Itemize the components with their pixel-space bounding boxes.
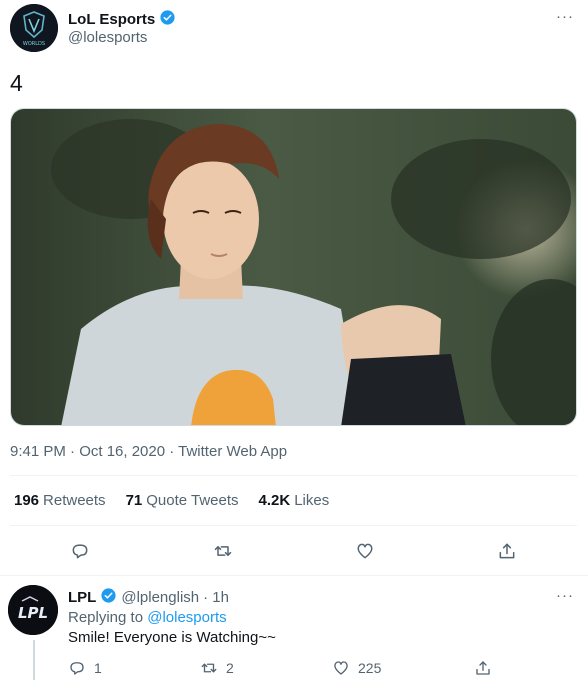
author-handle[interactable]: @lolesports [68,29,147,46]
reply-avatar-logo-text: LPL [18,604,48,622]
reply-icon [70,662,84,675]
quotes-stat[interactable]: 71 Quote Tweets [126,492,239,509]
retweets-stat[interactable]: 196 Retweets [14,492,106,509]
verified-badge-icon [159,9,176,30]
reply-more-options-icon[interactable]: ··· [556,587,574,604]
divider [10,475,577,476]
retweet-icon[interactable] [210,538,236,564]
reply-author-name[interactable]: LPL [68,589,96,606]
reply-author-handle[interactable]: @lplenglish [121,589,199,606]
retweets-label: Retweets [43,492,106,509]
author-name[interactable]: LoL Esports [68,11,155,28]
divider [0,575,588,576]
player-portrait-image [11,109,576,425]
reply-time[interactable]: · 1h [203,589,229,606]
reply-reply-count: 1 [94,660,102,676]
retweets-count: 196 [14,492,40,509]
reply-share-button[interactable] [474,659,492,677]
lpl-logo-icon: LPL [8,585,58,635]
replying-to-line: Replying to @lolesports [68,609,227,626]
reply-author-row[interactable]: LPL @lplenglish · 1h [68,587,229,608]
quotes-label: Quote Tweets [146,492,239,509]
likes-count: 4.2K [258,492,291,509]
like-icon[interactable] [352,538,378,564]
like-icon [334,661,348,675]
thread-line [33,640,35,680]
author-name-row[interactable]: LoL Esports [68,9,176,30]
reply-text: Smile! Everyone is Watching~~ [68,629,276,646]
likes-stat[interactable]: 4.2K Likes [259,492,330,509]
replying-to-prefix: Replying to [68,609,144,626]
reply-retweet-count: 2 [226,660,234,676]
avatar-logo-text: WORLDS [23,41,45,47]
share-icon [476,661,490,675]
author-avatar[interactable]: WORLDS [10,4,58,52]
reply-reply-button[interactable]: 1 [68,659,102,677]
reply-like-button[interactable]: 225 [332,659,381,677]
divider [10,525,577,526]
more-options-icon[interactable]: ··· [556,8,574,25]
share-icon[interactable] [494,538,520,564]
worlds-logo-icon: WORLDS [10,4,58,52]
tweet-text: 4 [10,70,23,96]
verified-badge-icon [100,587,117,608]
reply-like-count: 225 [358,660,382,676]
reply-icon[interactable] [67,538,93,564]
tweet-timestamp-source[interactable]: 9:41 PM · Oct 16, 2020 · Twitter Web App [10,443,287,460]
reply-author-avatar[interactable]: LPL [8,585,58,635]
tweet-photo[interactable] [10,108,577,426]
quotes-count: 71 [125,492,143,509]
replying-to-mention[interactable]: @lolesports [147,609,226,626]
likes-label: Likes [294,492,330,509]
retweet-icon [201,663,217,673]
tweet-stats: 196 Retweets 71 Quote Tweets 4.2K Likes [14,492,329,509]
reply-retweet-button[interactable]: 2 [200,659,234,677]
